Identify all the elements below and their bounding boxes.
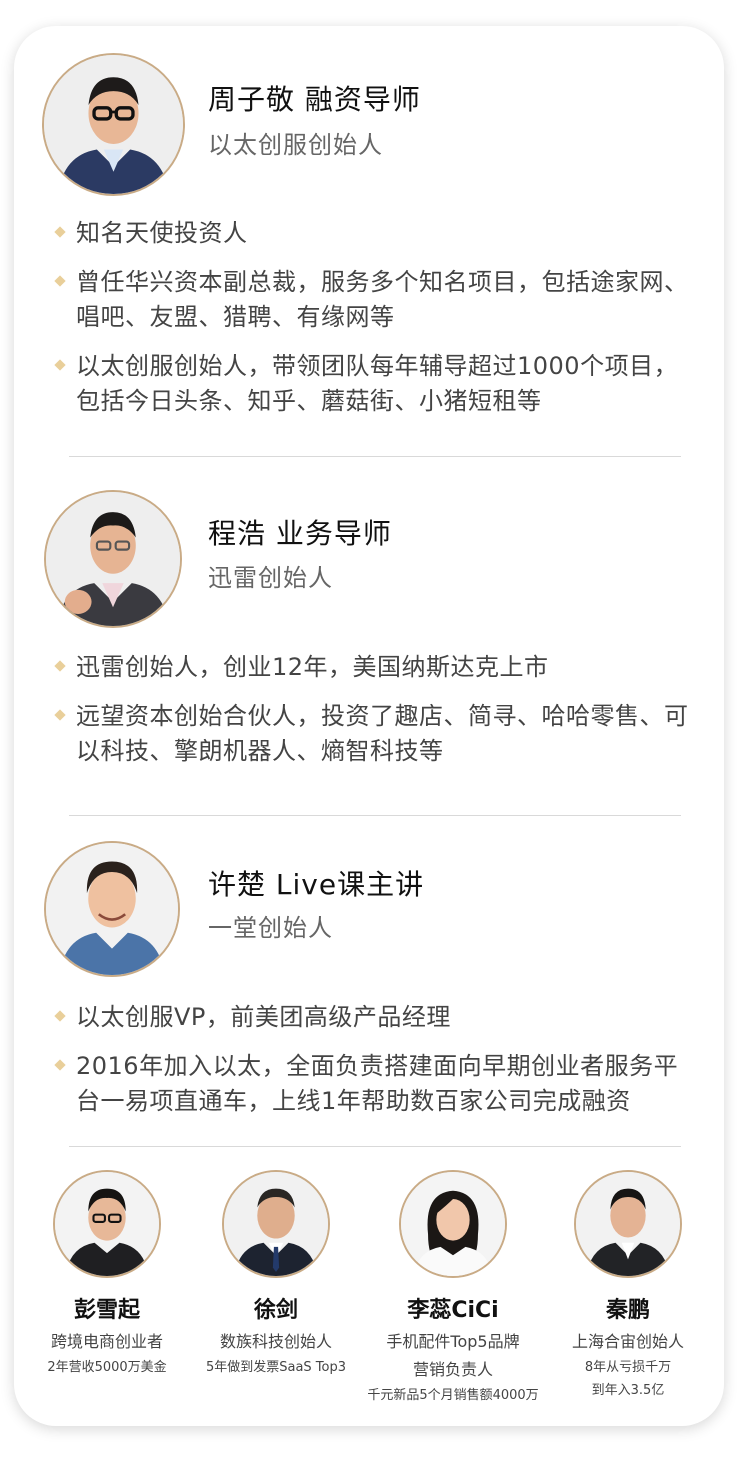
small-mentor: 秦鹏 上海合宙创始人 8年从亏损千万 到年入3.5亿 <box>528 1170 728 1398</box>
portrait-suit-tie-icon <box>224 1172 328 1276</box>
diamond-bullet-icon <box>54 226 66 238</box>
mentor-title: 以太创服创始人 <box>208 131 383 159</box>
avatar <box>44 841 180 977</box>
mentor-name: 周子敬 融资导师 <box>208 83 421 116</box>
diamond-bullet-icon <box>54 660 66 672</box>
small-mentor-title: 数族科技创始人 <box>219 1332 332 1351</box>
small-mentor-name: 秦鹏 <box>605 1298 650 1323</box>
avatar <box>222 1170 330 1278</box>
list-item: 远望资本创始合伙人，投资了趣店、简寻、哈哈零售、可以科技、擎朗机器人、熵智科技等 <box>54 699 694 769</box>
small-mentor: 徐剑 数族科技创始人 5年做到发票SaaS Top3 <box>176 1170 376 1375</box>
avatar <box>574 1170 682 1278</box>
list-item: 迅雷创始人，创业12年，美国纳斯达克上市 <box>54 650 694 685</box>
portrait-suit-icon <box>576 1172 680 1276</box>
portrait-glasses-icon <box>55 1172 159 1276</box>
avatar <box>44 490 182 628</box>
small-mentor-name: 李蕊CiCi <box>407 1298 499 1323</box>
portrait-woman-icon <box>401 1172 505 1276</box>
divider <box>69 815 681 816</box>
list-item: 以太创服创始人，带领团队每年辅导超过1000个项目，包括今日头条、知乎、蘑菇街、… <box>54 349 694 419</box>
small-mentor-title: 上海合宙创始人 <box>571 1332 684 1351</box>
portrait-suit-fist-icon <box>46 492 180 626</box>
small-mentor: 李蕊CiCi 手机配件Top5品牌 营销负责人 千元新品5个月销售额4000万 <box>353 1170 553 1403</box>
bullet-list: 迅雷创始人，创业12年，美国纳斯达克上市 远望资本创始合伙人，投资了趣店、简寻、… <box>54 650 694 783</box>
mentor-name: 程浩 业务导师 <box>208 517 392 550</box>
list-item: 2016年加入以太，全面负责搭建面向早期创业者服务平台一易项直通车，上线1年帮助… <box>54 1049 694 1119</box>
bullet-list: 知名天使投资人 曾任华兴资本副总裁，服务多个知名项目，包括途家网、唱吧、友盟、猎… <box>54 216 694 433</box>
diamond-bullet-icon <box>54 709 66 721</box>
diamond-bullet-icon <box>54 1010 66 1022</box>
avatar <box>399 1170 507 1278</box>
diamond-bullet-icon <box>54 1059 66 1071</box>
small-mentor-achievement: 5年做到发票SaaS Top3 <box>205 1360 347 1375</box>
bullet-list: 以太创服VP，前美团高级产品经理 2016年加入以太，全面负责搭建面向早期创业者… <box>54 1000 694 1133</box>
portrait-glasses-suit-icon <box>44 55 183 194</box>
small-mentor-achievement: 8年从亏损千万 <box>584 1360 672 1375</box>
divider <box>69 456 681 457</box>
portrait-blue-shirt-icon <box>46 843 178 975</box>
small-mentor-title: 手机配件Top5品牌 <box>386 1332 520 1351</box>
diamond-bullet-icon <box>54 359 66 371</box>
mentor-name: 许楚 Live课主讲 <box>208 868 425 901</box>
avatar <box>42 53 185 196</box>
list-item: 曾任华兴资本副总裁，服务多个知名项目，包括途家网、唱吧、友盟、猎聘、有缘网等 <box>54 265 694 335</box>
small-mentor-achievement: 到年入3.5亿 <box>591 1383 665 1398</box>
divider <box>69 1146 681 1147</box>
small-mentor-title: 营销负责人 <box>412 1360 493 1379</box>
small-mentor-achievement: 千元新品5个月销售额4000万 <box>367 1388 539 1403</box>
diamond-bullet-icon <box>54 275 66 287</box>
list-item: 以太创服VP，前美团高级产品经理 <box>54 1000 694 1035</box>
avatar <box>53 1170 161 1278</box>
list-item: 知名天使投资人 <box>54 216 694 251</box>
small-mentor-name: 徐剑 <box>253 1298 298 1323</box>
mentor-title: 迅雷创始人 <box>208 564 333 592</box>
mentor-title: 一堂创始人 <box>208 914 333 942</box>
